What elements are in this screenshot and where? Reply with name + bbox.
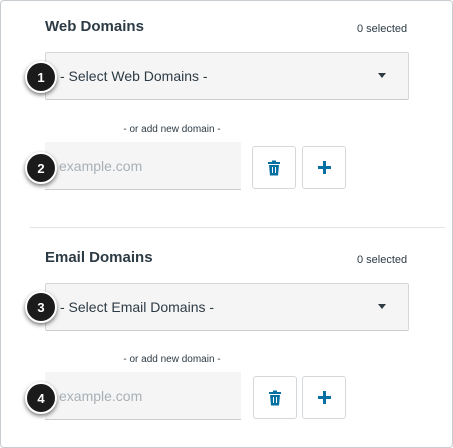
callout-badge-1: 1 <box>25 61 57 93</box>
callout-badge-2: 2 <box>25 152 57 184</box>
email-domains-selected-count: 0 selected <box>357 254 408 266</box>
web-domains-selected-count: 0 selected <box>357 23 408 35</box>
callout-badge-4: 4 <box>25 382 57 414</box>
web-add-button[interactable] <box>302 146 346 189</box>
web-domains-select[interactable]: - Select Web Domains - <box>45 52 409 100</box>
plus-icon <box>317 161 331 174</box>
web-delete-button[interactable] <box>252 146 296 189</box>
email-or-add-label: - or add new domain - <box>123 354 221 365</box>
section-divider <box>30 227 445 228</box>
callout-badge-3: 3 <box>25 291 57 323</box>
web-domain-input[interactable] <box>45 142 241 190</box>
email-delete-button[interactable] <box>253 376 297 419</box>
caret-down-icon <box>378 73 386 78</box>
email-add-button[interactable] <box>302 376 346 419</box>
web-domains-select-label: - Select Web Domains - <box>60 68 208 84</box>
domains-form: Web Domains 0 selected - Select Web Doma… <box>0 0 453 448</box>
web-domains-title: Web Domains <box>45 18 144 35</box>
trash-icon <box>269 390 281 405</box>
trash-icon <box>268 160 280 175</box>
email-domains-select[interactable]: - Select Email Domains - <box>45 283 409 331</box>
email-domains-title: Email Domains <box>45 249 153 266</box>
email-domains-select-label: - Select Email Domains - <box>60 299 215 315</box>
web-or-add-label: - or add new domain - <box>123 124 221 135</box>
plus-icon <box>317 391 331 404</box>
email-domain-input[interactable] <box>45 372 241 420</box>
caret-down-icon <box>378 304 386 309</box>
